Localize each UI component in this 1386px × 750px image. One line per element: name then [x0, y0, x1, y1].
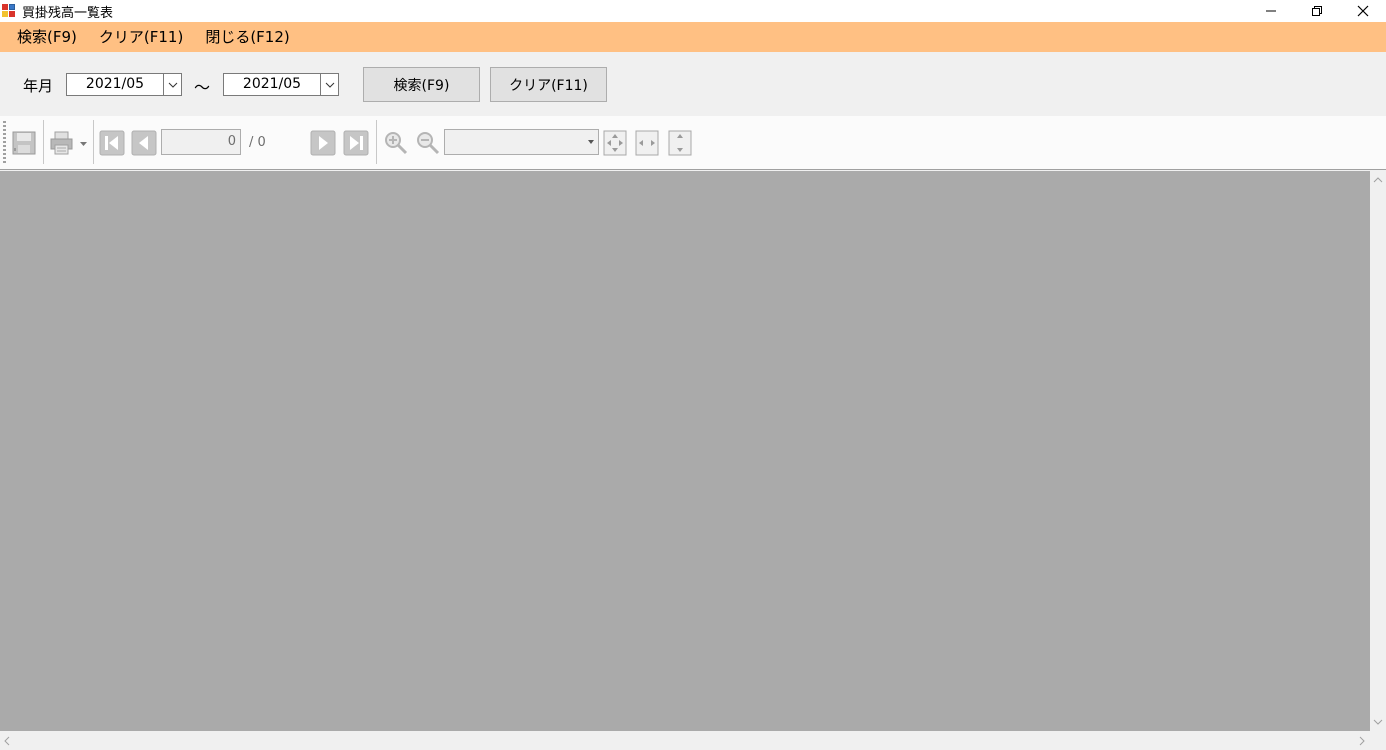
menu-close[interactable]: 閉じる(F12)	[194, 22, 300, 52]
clear-button[interactable]: クリア(F11)	[490, 67, 607, 102]
vertical-scrollbar[interactable]	[1370, 171, 1386, 731]
viewer-toolbar: 0 / 0	[0, 116, 1386, 170]
chevron-down-icon	[325, 82, 334, 88]
to-dropdown-button[interactable]	[320, 74, 338, 95]
toolbar-grip[interactable]	[3, 121, 6, 165]
toolbar-separator	[43, 120, 44, 164]
year-month-label: 年月	[23, 77, 54, 95]
restore-button[interactable]	[1294, 0, 1340, 22]
restore-icon	[1312, 6, 1322, 16]
app-report-icon[interactable]	[2, 4, 16, 18]
fit-width-icon[interactable]	[635, 130, 659, 156]
save-icon[interactable]	[12, 131, 36, 155]
prev-page-icon[interactable]	[131, 130, 157, 156]
chevron-down-icon	[588, 140, 594, 144]
page-total-label: / 0	[249, 135, 266, 150]
report-viewer-area[interactable]	[0, 171, 1370, 731]
scroll-right-icon[interactable]	[1359, 736, 1365, 746]
scroll-left-icon[interactable]	[4, 736, 10, 746]
scrollbar-corner	[1370, 731, 1386, 750]
range-separator: ～	[194, 78, 211, 97]
toolbar-separator	[376, 120, 377, 164]
fit-page-icon[interactable]	[603, 130, 627, 156]
next-page-icon[interactable]	[310, 130, 336, 156]
horizontal-scrollbar[interactable]	[0, 731, 1370, 750]
first-page-icon[interactable]	[99, 130, 125, 156]
minimize-icon	[1266, 10, 1276, 12]
toolbar-separator	[93, 120, 94, 164]
scroll-up-icon[interactable]	[1373, 177, 1383, 183]
scroll-down-icon[interactable]	[1373, 719, 1383, 725]
close-icon	[1357, 5, 1369, 17]
window-title: 買掛残高一覧表	[22, 5, 114, 21]
current-page-input[interactable]: 0	[161, 129, 241, 155]
from-dropdown-button[interactable]	[163, 74, 181, 95]
print-dropdown-icon[interactable]	[80, 142, 87, 146]
from-month-value: 2021/05	[85, 76, 145, 92]
chevron-down-icon	[168, 82, 177, 88]
title-bar: 買掛残高一覧表	[0, 0, 1386, 22]
zoom-level-combo[interactable]	[444, 129, 599, 155]
search-button[interactable]: 検索(F9)	[363, 67, 480, 102]
zoom-in-icon[interactable]	[383, 130, 409, 156]
to-month-picker[interactable]: 2021/05	[223, 73, 339, 96]
menu-bar: 検索(F9) クリア(F11) 閉じる(F12)	[0, 22, 1386, 52]
to-month-value: 2021/05	[242, 76, 302, 92]
print-icon[interactable]	[50, 131, 76, 155]
last-page-icon[interactable]	[343, 130, 369, 156]
menu-clear[interactable]: クリア(F11)	[88, 22, 194, 52]
close-button[interactable]	[1340, 0, 1386, 22]
minimize-button[interactable]	[1248, 0, 1294, 22]
search-panel: 年月 2021/05 ～ 2021/05 検索(F9) クリア(F11)	[0, 52, 1386, 116]
menu-search[interactable]: 検索(F9)	[6, 22, 88, 52]
fit-height-icon[interactable]	[668, 130, 692, 156]
zoom-out-icon[interactable]	[415, 130, 441, 156]
from-month-picker[interactable]: 2021/05	[66, 73, 182, 96]
